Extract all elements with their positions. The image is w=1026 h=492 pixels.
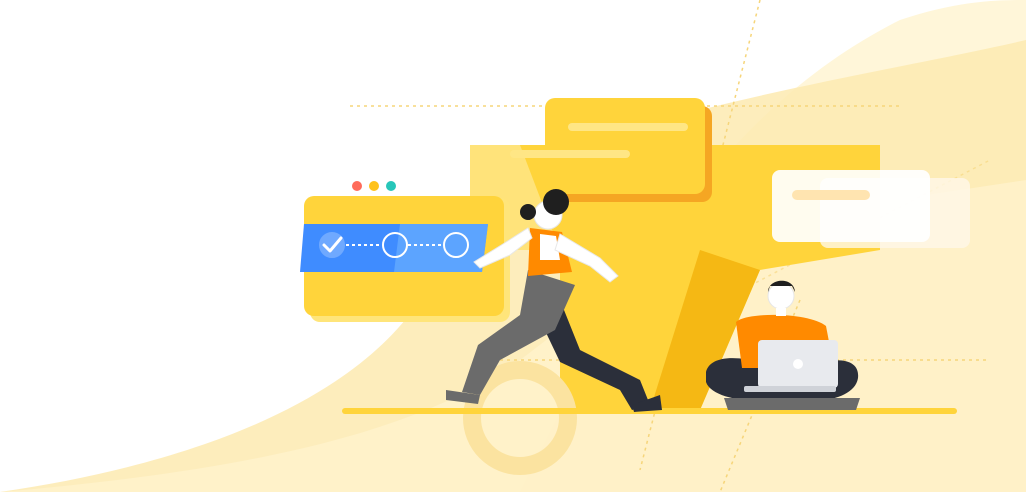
illustration-canvas [0, 0, 1026, 492]
window-dot-yellow [369, 181, 379, 191]
progress-widget [300, 224, 488, 272]
window-dot-teal [386, 181, 396, 191]
check-icon [319, 232, 345, 258]
card-white [772, 170, 970, 248]
window-dot-red [352, 181, 362, 191]
laptop-icon [744, 340, 838, 392]
